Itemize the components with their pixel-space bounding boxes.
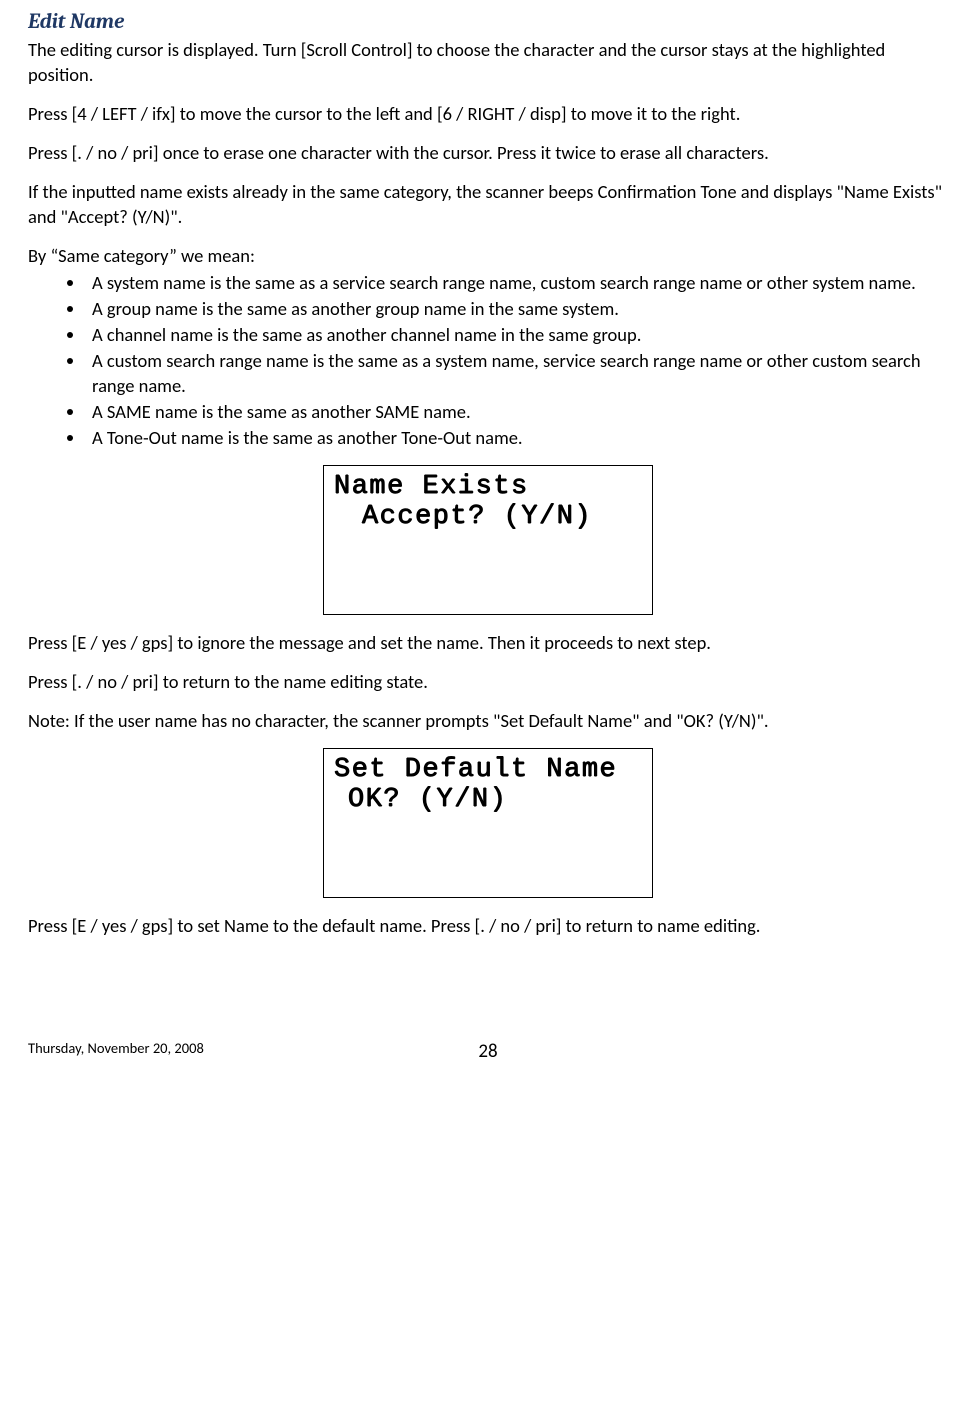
- paragraph-same-category: By “Same category” we mean:: [28, 244, 948, 269]
- footer-page-number: 28: [478, 1039, 497, 1065]
- list-item: A Tone-Out name is the same as another T…: [86, 426, 948, 451]
- paragraph-exists: If the inputted name exists already in t…: [28, 180, 948, 230]
- footer-date: Thursday, November 20, 2008: [28, 1039, 204, 1059]
- list-item: A custom search range name is the same a…: [86, 349, 948, 399]
- paragraph-note: Note: If the user name has no character,…: [28, 709, 948, 734]
- list-item: A group name is the same as another grou…: [86, 297, 948, 322]
- paragraph-set-default: Press [E / yes / gps] to set Name to the…: [28, 914, 948, 939]
- paragraph-yes-ignore: Press [E / yes / gps] to ignore the mess…: [28, 631, 948, 656]
- paragraph-no-return: Press [. / no / pri] to return to the na…: [28, 670, 948, 695]
- list-item: A channel name is the same as another ch…: [86, 323, 948, 348]
- lcd-line-1: Name Exists: [334, 472, 642, 502]
- paragraph-cursor-move: Press [4 / LEFT / ifx] to move the curso…: [28, 102, 948, 127]
- paragraph-erase: Press [. / no / pri] once to erase one c…: [28, 141, 948, 166]
- lcd-display-name-exists: Name Exists Accept? (Y/N): [323, 465, 653, 615]
- list-item: A system name is the same as a service s…: [86, 271, 948, 296]
- section-title: Edit Name: [28, 8, 948, 36]
- lcd-display-default-name: Set Default Name OK? (Y/N): [323, 748, 653, 898]
- lcd-line-2: OK? (Y/N): [334, 785, 642, 815]
- category-list: A system name is the same as a service s…: [28, 271, 948, 451]
- lcd-line-1: Set Default Name: [334, 755, 642, 785]
- lcd-line-2: Accept? (Y/N): [334, 502, 642, 532]
- paragraph-intro: The editing cursor is displayed. Turn [S…: [28, 38, 948, 88]
- list-item: A SAME name is the same as another SAME …: [86, 400, 948, 425]
